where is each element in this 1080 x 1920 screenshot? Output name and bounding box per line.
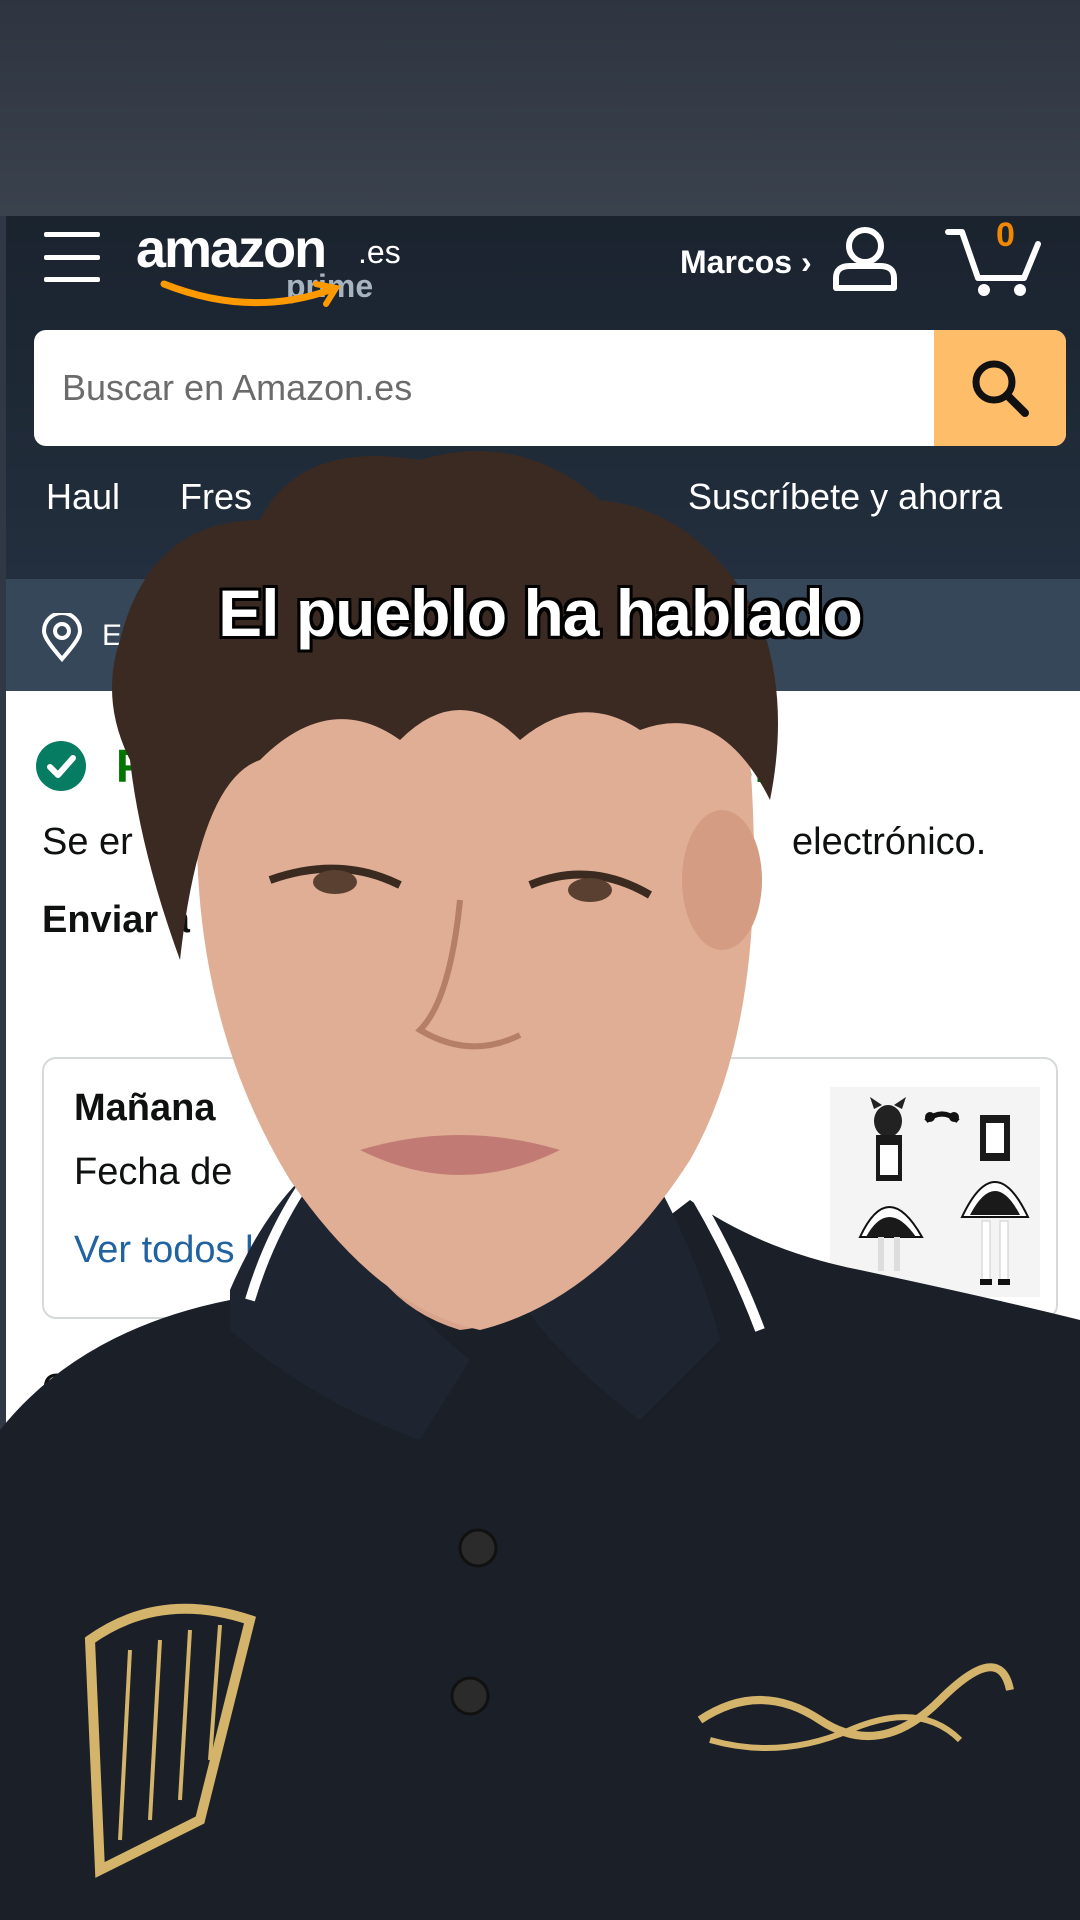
confirmation-message: Se er electrónico. xyxy=(42,821,986,864)
ship-to-label: Enviar a xyxy=(42,899,190,941)
search-button[interactable] xyxy=(934,330,1066,446)
cart-count: 0 xyxy=(996,216,1015,254)
nav-item-haul[interactable]: Haul xyxy=(46,476,120,518)
delivery-card: Mañana Fecha de Ver todos l xyxy=(42,1057,1058,1319)
amazon-logo[interactable]: amazon .es prime xyxy=(136,216,416,312)
menu-icon[interactable] xyxy=(44,232,100,282)
cart-button[interactable]: 0 xyxy=(944,216,1044,298)
logo-tld: .es xyxy=(358,234,401,270)
confirmation-message-end: electrónico. xyxy=(792,821,987,863)
category-nav: Haul Fres Suscríbete y ahorra xyxy=(6,466,1080,546)
video-backdrop xyxy=(0,0,1080,216)
amazon-header: amazon .es prime Marcos › 0 Buscar en Am… xyxy=(6,216,1080,579)
amazon-page: amazon .es prime Marcos › 0 Buscar en Am… xyxy=(6,216,1080,1920)
account-link[interactable]: Marcos › xyxy=(680,244,812,281)
check-circle-icon xyxy=(36,741,86,791)
confirmation-title-start: P xyxy=(116,740,147,792)
smile-arrow-icon xyxy=(160,280,341,307)
nav-item-fresh[interactable]: Fres xyxy=(180,476,252,518)
confirmation-title-end: as! xyxy=(702,740,769,792)
search-bar xyxy=(34,330,1066,446)
maid-costume-image xyxy=(830,1087,1040,1297)
confirmation-message-start: Se er xyxy=(42,821,133,863)
footer-text: Con D xyxy=(42,1367,150,1409)
nav-item-subscribe[interactable]: Suscríbete y ahorra xyxy=(688,476,1002,518)
user-icon[interactable] xyxy=(830,226,900,292)
delivery-date-label: Fecha de xyxy=(74,1151,233,1193)
view-all-link[interactable]: Ver todos l xyxy=(74,1229,254,1272)
video-caption: El pueblo ha hablado xyxy=(218,576,863,650)
cart-icon xyxy=(945,229,1041,296)
search-input[interactable] xyxy=(34,330,934,446)
product-image[interactable] xyxy=(830,1087,1040,1297)
confirmation-title: P as! xyxy=(116,739,768,793)
delivery-date: Mañana xyxy=(74,1087,216,1129)
search-icon xyxy=(972,360,1029,417)
